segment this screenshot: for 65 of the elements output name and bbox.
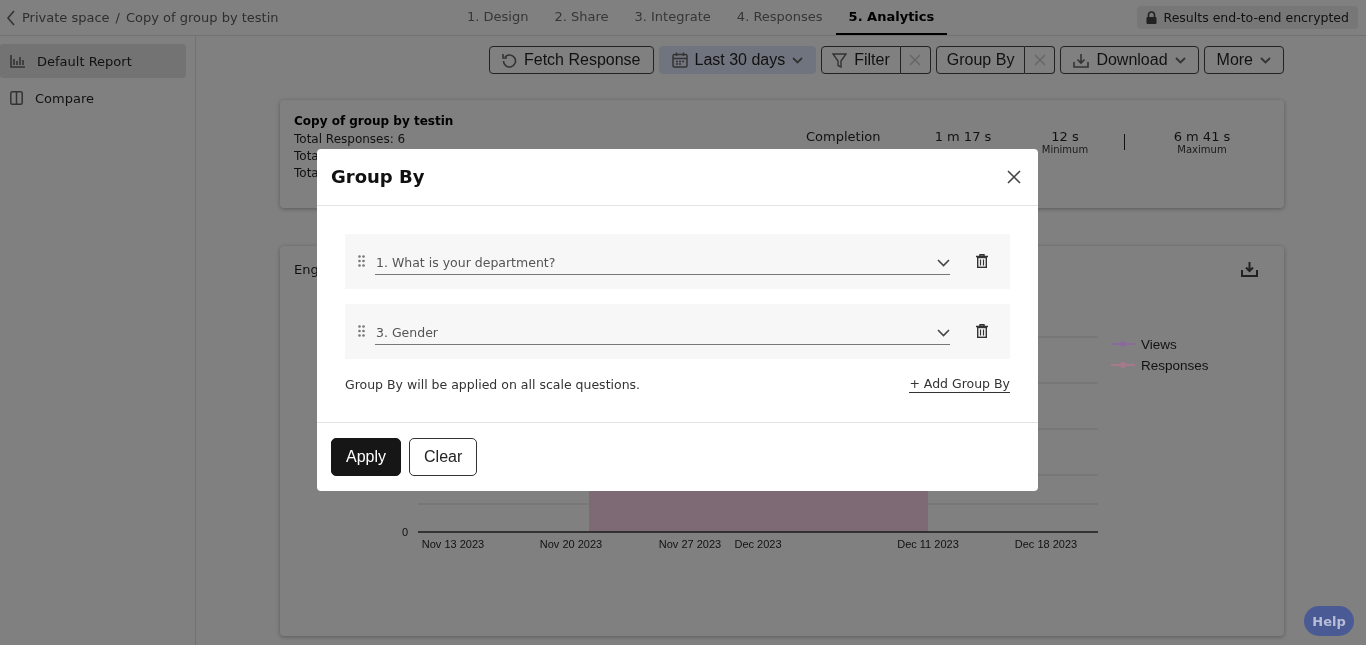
lock-icon — [1145, 11, 1157, 24]
encryption-text: Results end-to-end encrypted — [1163, 10, 1349, 25]
chevron-down-icon — [1174, 56, 1186, 64]
stat-value: 1 m 17 s — [934, 129, 992, 144]
axis-tick-label: Nov 27 2023 — [658, 538, 722, 550]
chevron-down-icon — [1260, 56, 1271, 64]
help-text: Group By will be applied on all scale questions. — [345, 376, 641, 392]
breadcrumb-link[interactable]: Private space — [22, 10, 110, 25]
axis-tick-label: Nov 13 2023 — [421, 538, 485, 550]
close-icon — [1007, 169, 1021, 184]
download-icon — [1073, 52, 1090, 68]
step-tab[interactable]: 3. Integrate — [621, 0, 724, 35]
clear-button[interactable]: Clear — [409, 438, 478, 476]
chevron-down-icon — [792, 56, 804, 64]
legend-label: Views — [1141, 337, 1177, 352]
sidebar-item[interactable]: Default Report — [0, 44, 186, 78]
dialog-title: Group By — [331, 166, 425, 188]
report-title: Copy of group by testin — [294, 114, 455, 128]
compare-icon — [10, 91, 23, 105]
download-icon[interactable] — [1241, 261, 1258, 277]
close-icon — [1033, 54, 1046, 66]
calendar-icon — [671, 52, 688, 68]
step-tab[interactable]: 2. Share — [541, 0, 622, 35]
sidebar-item[interactable]: Compare — [0, 81, 186, 115]
chevron-down-icon — [937, 328, 950, 337]
drag-handle-icon[interactable] — [358, 325, 365, 338]
breadcrumb-current: Copy of group by testin — [126, 10, 279, 25]
drag-handle-icon[interactable] — [358, 255, 365, 268]
toolbar-button[interactable]: Last 30 days — [658, 46, 817, 74]
help-button[interactable]: Help — [1304, 606, 1354, 636]
clear-button[interactable] — [1025, 46, 1056, 74]
toolbar-button[interactable]: Fetch Response — [489, 46, 654, 74]
axis-tick-label: Nov 20 2023 — [539, 538, 603, 550]
axis-tick-label: Dec 18 2023 — [1014, 538, 1078, 550]
step-tab[interactable]: 5. Analytics — [835, 0, 948, 35]
step-tab[interactable]: 4. Responses — [723, 0, 836, 35]
refresh-icon — [502, 52, 517, 68]
trash-icon[interactable] — [976, 324, 988, 339]
question-select[interactable]: 1. What is your department? — [375, 247, 950, 276]
toolbar-button[interactable]: Download — [1060, 46, 1199, 74]
completion-label: Completion — [806, 129, 882, 144]
stat-label: Maximum — [1177, 144, 1227, 155]
apply-button[interactable]: Apply — [331, 438, 402, 476]
summary-line: Total Responses: 6 — [294, 131, 406, 148]
legend-label: Responses — [1141, 358, 1209, 373]
chevron-down-icon — [937, 258, 950, 267]
axis-tick-label: Dec 11 2023 — [897, 538, 959, 550]
question-select[interactable]: 3. Gender — [375, 317, 950, 346]
breadcrumb-separator: / — [115, 10, 120, 25]
trash-icon[interactable] — [976, 254, 988, 269]
toolbar-button[interactable]: Group By — [935, 46, 1026, 74]
stat-value: 6 m 41 s — [1173, 129, 1231, 144]
add-group-by-link[interactable]: + Add Group By — [909, 375, 1010, 393]
back-icon[interactable] — [6, 9, 16, 26]
axis-tick-label: 0 — [401, 526, 408, 538]
stat-label: Minimum — [1041, 144, 1089, 155]
clear-button[interactable] — [900, 46, 931, 74]
toolbar-button[interactable]: More — [1203, 46, 1284, 74]
filter-icon — [832, 52, 848, 68]
step-tab[interactable]: 1. Design — [454, 0, 542, 35]
close-icon — [909, 54, 922, 66]
toolbar-button[interactable]: Filter — [821, 46, 901, 74]
axis-tick-label: Dec 2023 — [734, 538, 782, 550]
stat-value: 12 s — [1051, 129, 1079, 144]
bar-chart-icon — [10, 54, 25, 68]
